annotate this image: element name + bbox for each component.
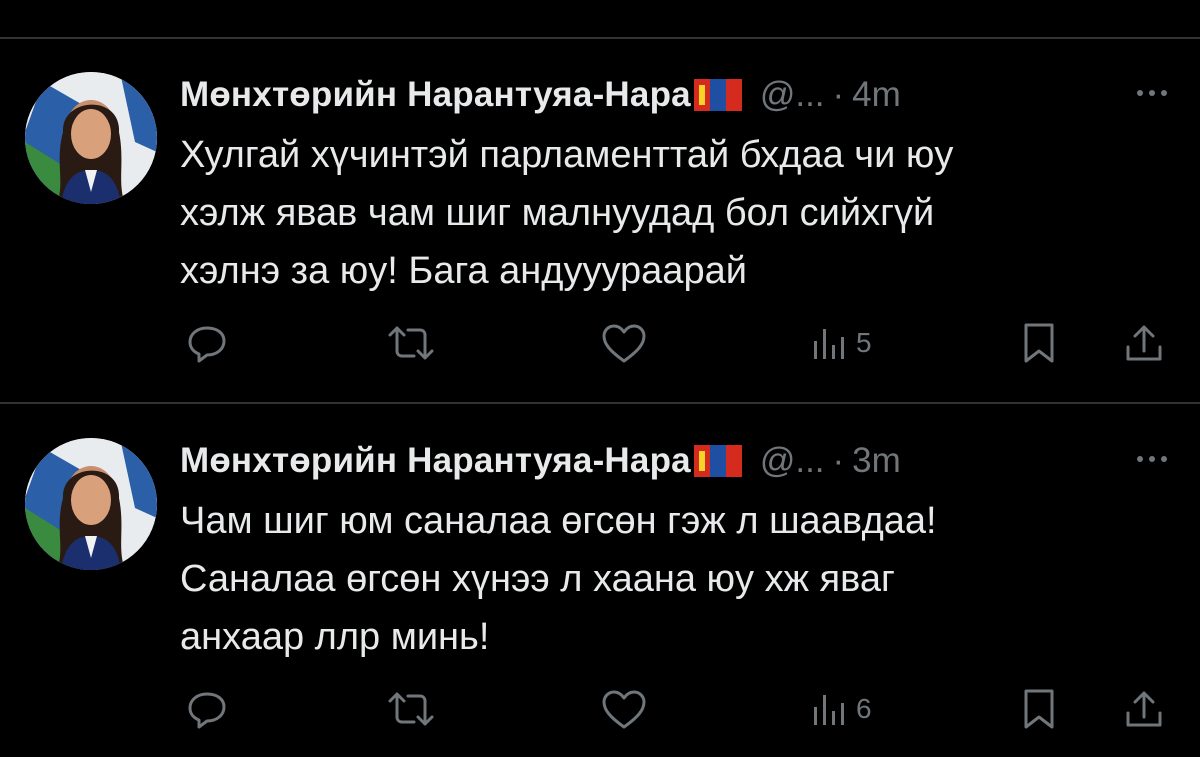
- tweet-text-line: анхаар ллр минь!: [180, 616, 490, 658]
- tweet-text-line: хэлнэ за юу! Бага андууураарай: [180, 250, 747, 292]
- user-handle[interactable]: @...: [760, 75, 825, 115]
- timeline-feed: Мөнхтөрийн Нарантуяа-Нара @... · 4m Хулг…: [0, 0, 1200, 757]
- avatar[interactable]: [25, 438, 157, 570]
- mongolian-flag-icon: [693, 79, 742, 111]
- bookmark-icon: [1024, 689, 1054, 729]
- tweet-text-line: Чам шиг юм саналаа өгсөн гэж л шаавдаа!: [180, 500, 937, 542]
- separator-dot: ·: [832, 75, 845, 114]
- bookmark-button[interactable]: [1022, 684, 1056, 734]
- tweet-text: Чам шиг юм саналаа өгсөн гэж л шаавдаа! …: [180, 492, 1140, 666]
- like-button[interactable]: [600, 684, 648, 734]
- reply-icon: [188, 326, 226, 363]
- heart-icon: [602, 324, 646, 363]
- reply-button[interactable]: [185, 318, 229, 368]
- share-button[interactable]: [1124, 684, 1164, 734]
- action-bar: 6: [0, 684, 1200, 734]
- more-dots-icon[interactable]: [1132, 78, 1172, 108]
- views-count: 5: [856, 327, 872, 358]
- mongolian-flag-icon: [693, 445, 742, 477]
- tweet[interactable]: Мөнхтөрийн Нарантуяа-Нара @... · 4m Хулг…: [0, 0, 1200, 363]
- share-icon: [1126, 325, 1162, 361]
- avatar[interactable]: [25, 72, 157, 204]
- action-bar: 5: [0, 318, 1200, 368]
- views-chart-icon: [814, 695, 844, 725]
- separator-dot: ·: [832, 441, 845, 480]
- retweet-icon: [388, 326, 434, 360]
- reply-button[interactable]: [185, 684, 229, 734]
- bookmark-icon: [1024, 323, 1054, 363]
- heart-icon: [602, 690, 646, 729]
- more-dots-icon[interactable]: [1132, 444, 1172, 474]
- retweet-button[interactable]: [386, 318, 436, 368]
- display-name[interactable]: Мөнхтөрийн Нарантуяа-Нара: [180, 75, 691, 115]
- views-button[interactable]: 5: [812, 318, 872, 368]
- share-button[interactable]: [1124, 318, 1164, 368]
- reply-icon: [188, 692, 226, 729]
- tweet-header: Мөнхтөрийн Нарантуяа-Нара @... · 3m: [180, 434, 1180, 488]
- bookmark-button[interactable]: [1022, 318, 1056, 368]
- retweet-button[interactable]: [386, 684, 436, 734]
- user-handle[interactable]: @...: [760, 441, 825, 481]
- views-chart-icon: [814, 329, 844, 359]
- retweet-icon: [388, 692, 434, 726]
- tweet-text-line: хэлж явав чам шиг малнуудад бол сийхгүй: [180, 192, 935, 234]
- share-icon: [1126, 691, 1162, 727]
- tweet-text-line: Хулгай хүчинтэй парламенттай бхдаа чи юу: [180, 134, 954, 176]
- like-button[interactable]: [600, 318, 648, 368]
- timestamp[interactable]: 3m: [852, 441, 901, 481]
- timestamp[interactable]: 4m: [852, 75, 901, 115]
- tweet-header: Мөнхтөрийн Нарантуяа-Нара @... · 4m: [180, 68, 1180, 122]
- tweet-text: Хулгай хүчинтэй парламенттай бхдаа чи юу…: [180, 126, 1140, 300]
- views-button[interactable]: 6: [812, 684, 872, 734]
- views-count: 6: [856, 693, 872, 724]
- tweet[interactable]: Мөнхтөрийн Нарантуяа-Нара @... · 3m Чам …: [0, 366, 1200, 729]
- tweet-text-line: Саналаа өгсөн хүнээ л хаана юу хж яваг: [180, 558, 895, 600]
- display-name[interactable]: Мөнхтөрийн Нарантуяа-Нара: [180, 441, 691, 481]
